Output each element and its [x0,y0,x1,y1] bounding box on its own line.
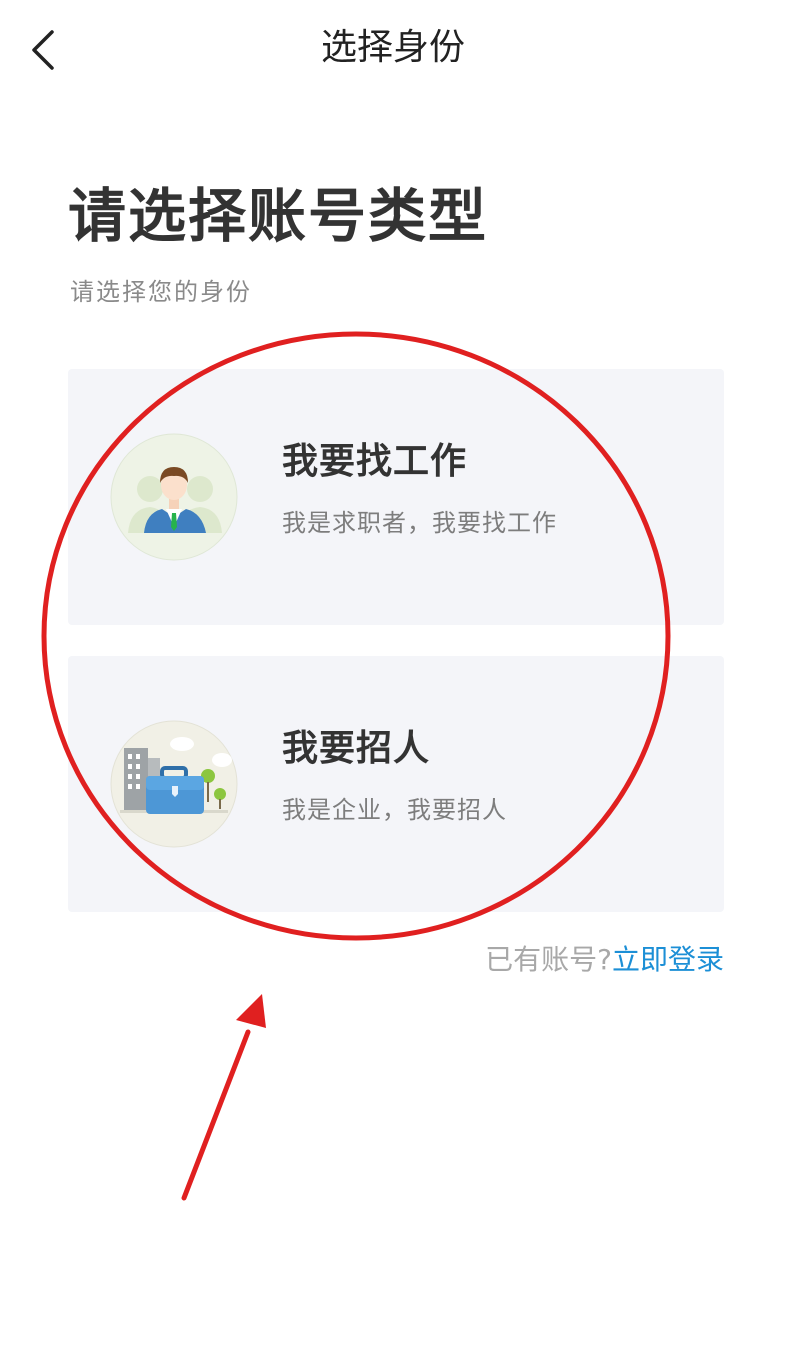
job-seeker-title: 我要找工作 [282,441,468,482]
nav-title: 选择身份 [320,27,465,68]
arrow-shaft [181,1029,251,1201]
employer-card[interactable]: 我要招人 我是企业，我要招人 [68,656,724,912]
employer-description: 我是企业，我要招人 [282,796,507,824]
nav-bar: 选择身份 [0,0,786,96]
login-row: 已有账号?立即登录 [485,940,724,980]
login-prompt: 已有账号? [485,943,612,976]
page-subheading: 请选择您的身份 [70,278,252,306]
page-heading: 请选择账号类型 [68,182,489,250]
employer-briefcase-icon [110,720,238,848]
login-link[interactable]: 立即登录 [612,943,724,976]
job-seeker-card[interactable]: 我要找工作 我是求职者，我要找工作 [68,369,724,625]
job-seeker-description: 我是求职者，我要找工作 [282,509,557,537]
arrow-head [236,994,266,1028]
employer-title: 我要招人 [282,728,431,769]
job-seeker-avatar-icon [110,433,238,561]
